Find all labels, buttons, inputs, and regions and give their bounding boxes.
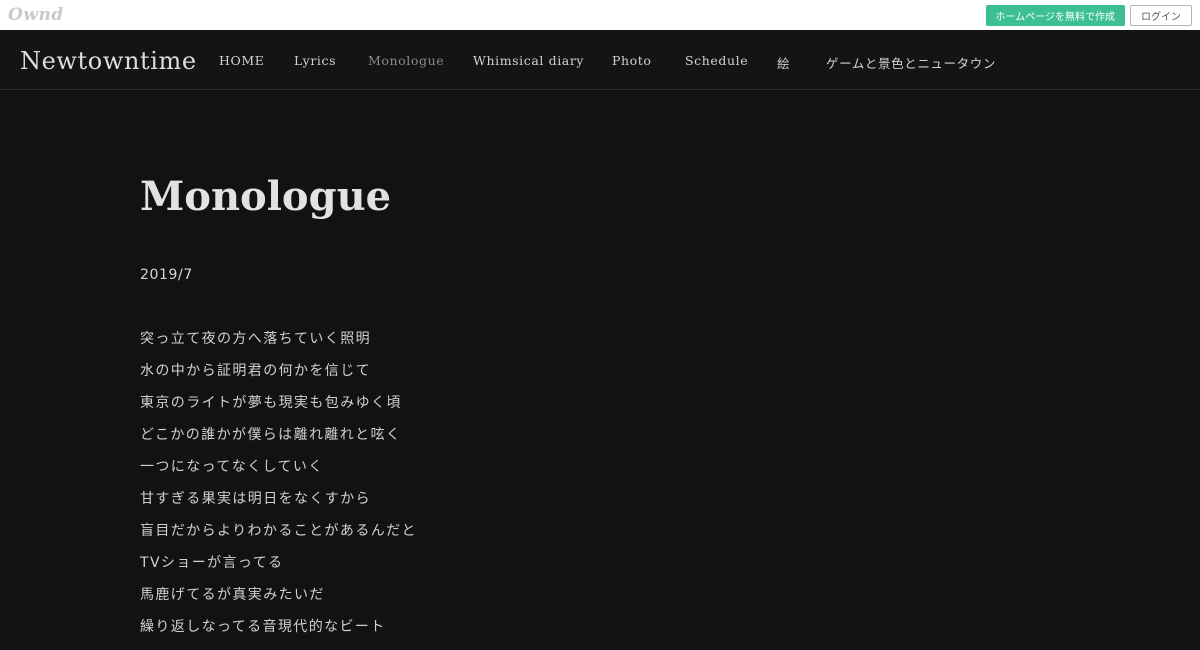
text-line: 突っ立て夜の方へ落ちていく照明 [140, 331, 371, 347]
text-line: TVショーが言ってる [140, 555, 284, 571]
topbar-actions: ホームページを無料で作成 ログイン [985, 4, 1192, 26]
nav-item-schedule[interactable]: Schedule [685, 53, 748, 68]
ownd-topbar: Ownd ホームページを無料で作成 ログイン [0, 0, 1200, 30]
nav-item-whimsical-diary[interactable]: Whimsical diary [473, 53, 584, 68]
login-button[interactable]: ログイン [1130, 4, 1192, 26]
text-line: 盲目だからよりわかることがあるんだと [140, 523, 417, 539]
site-header: Newtowntime HOME Lyrics Monologue Whimsi… [0, 30, 1200, 90]
post-date: 2019/7 [140, 267, 193, 283]
nav-item-game-scenery[interactable]: ゲームと景色とニュータウン [826, 53, 996, 72]
monologue-text: 突っ立て夜の方へ落ちていく照明 水の中から証明君の何かを信じて 東京のライトが夢… [140, 330, 417, 650]
page-title: Monologue [140, 173, 392, 220]
text-line: 甘すぎる果実は明日をなくすから [140, 491, 371, 507]
text-line: どこかの誰かが僕らは離れ離れと呟く [140, 427, 402, 443]
text-line: 一つになってなくしていく [140, 459, 324, 475]
nav-item-drawing[interactable]: 絵 [777, 53, 790, 72]
create-homepage-button[interactable]: ホームページを無料で作成 [985, 4, 1125, 26]
ownd-logo[interactable]: Ownd [8, 5, 64, 25]
nav-item-monologue[interactable]: Monologue [368, 53, 444, 68]
nav-item-home[interactable]: HOME [219, 53, 264, 68]
text-line: 東京のライトが夢も現実も包みゆく頃 [140, 395, 402, 411]
text-line: 水の中から証明君の何かを信じて [140, 363, 371, 379]
site-title[interactable]: Newtowntime [20, 47, 197, 75]
text-line: 繰り返しなってる音現代的なビート [140, 619, 386, 635]
nav-item-lyrics[interactable]: Lyrics [294, 53, 336, 68]
nav-item-photo[interactable]: Photo [612, 53, 652, 68]
text-line: 馬鹿げてるが真実みたいだ [140, 587, 325, 603]
